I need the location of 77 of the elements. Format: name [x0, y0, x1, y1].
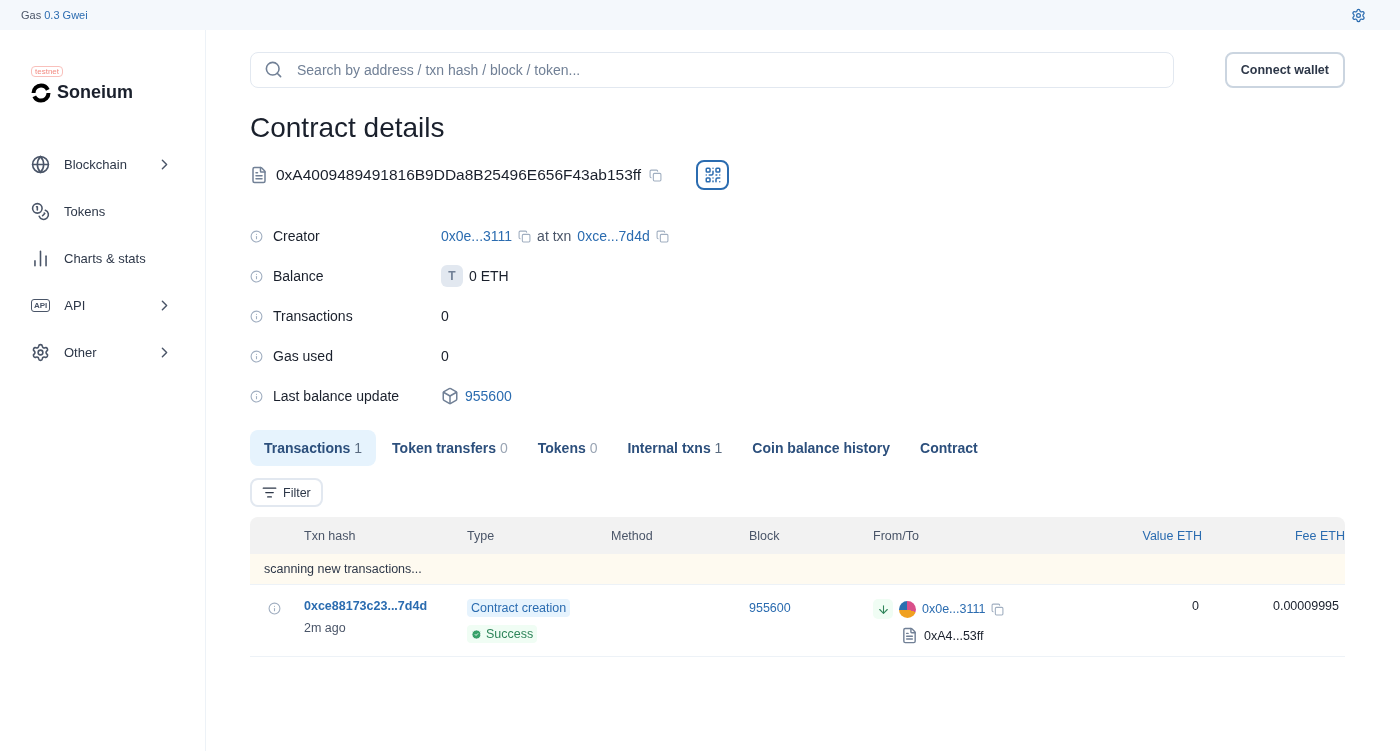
avatar-icon: [899, 600, 916, 618]
gas-price[interactable]: 0.3 Gwei: [44, 9, 88, 21]
detail-value: 0: [441, 308, 449, 324]
column-header: Type: [467, 528, 496, 543]
value-cell: 0: [1192, 599, 1199, 613]
cube-icon: [441, 387, 459, 405]
txn-age: 2m ago: [304, 621, 347, 635]
info-icon: [250, 389, 263, 403]
scanning-notice: scanning new transactions...: [250, 554, 1345, 584]
settings-icon[interactable]: [1351, 7, 1366, 23]
tab[interactable]: Contract: [906, 430, 992, 466]
nav-item[interactable]: Other: [64, 345, 156, 360]
type-tag: Contract creation: [467, 599, 571, 617]
nav-item[interactable]: API: [64, 298, 156, 313]
filter-icon: [262, 485, 277, 500]
detail-label: Transactions: [273, 308, 354, 324]
creator-link[interactable]: 0x0e...3111: [441, 228, 513, 244]
bar-chart-icon: [31, 249, 50, 268]
copy-icon[interactable]: [649, 168, 663, 182]
status-tag: Success: [467, 625, 538, 643]
api-icon: API: [31, 299, 51, 312]
detail-label: Creator: [273, 228, 321, 244]
tab[interactable]: Transactions 1: [250, 430, 377, 466]
document-icon: [901, 627, 918, 644]
gear-icon: [31, 343, 50, 362]
qr-code-icon: [703, 166, 722, 184]
tab[interactable]: Tokens 0: [523, 430, 612, 466]
column-header: Txn hash: [304, 528, 357, 543]
coins-icon: [31, 202, 50, 221]
check-circle-icon: [471, 628, 482, 640]
column-header: Block: [749, 528, 781, 543]
block-link[interactable]: 955600: [465, 388, 512, 404]
txn-link[interactable]: 0xce...7d4d: [577, 228, 650, 244]
fee-cell: 0.00009995: [1272, 599, 1339, 613]
arrow-down-icon: [873, 599, 893, 619]
tab[interactable]: Token transfers 0: [378, 430, 522, 466]
connect-wallet-button[interactable]: Connect wallet: [1224, 52, 1345, 88]
qr-code-button[interactable]: [696, 160, 730, 190]
column-header[interactable]: Fee ETH: [1202, 528, 1345, 543]
nav-item[interactable]: Blockchain: [64, 157, 156, 172]
contract-address: 0xA4009489491816B9DDa8B25496E656F43ab153ff: [276, 166, 642, 184]
tab[interactable]: Coin balance history: [738, 430, 905, 466]
info-icon: [250, 229, 263, 243]
detail-label: Balance: [273, 268, 325, 284]
copy-icon[interactable]: [518, 229, 532, 243]
globe-icon: [31, 155, 50, 174]
column-header: Method: [611, 528, 654, 543]
info-icon: [250, 349, 263, 363]
info-icon: [250, 269, 263, 283]
logo-icon: [31, 82, 51, 103]
gas-label: Gas: [21, 9, 42, 21]
info-icon: [268, 602, 281, 615]
filter-button[interactable]: Filter: [250, 478, 323, 507]
nav-item[interactable]: Charts & stats: [64, 251, 173, 266]
search-icon: [264, 60, 283, 79]
info-icon: [250, 309, 263, 323]
tab[interactable]: Internal txns 1: [613, 430, 737, 466]
detail-label: Last balance update: [273, 388, 401, 404]
token-icon: T: [441, 265, 463, 287]
nav-item[interactable]: Tokens: [64, 204, 173, 219]
page-title: Contract details: [250, 112, 446, 144]
balance-value: 0 ETH: [469, 268, 509, 284]
column-header[interactable]: Value ETH: [1059, 528, 1202, 543]
detail-label: Gas used: [273, 348, 334, 364]
detail-value: 0: [441, 348, 449, 364]
copy-icon[interactable]: [991, 602, 1005, 616]
document-icon: [250, 166, 268, 184]
logo-text[interactable]: Soneium: [57, 82, 133, 103]
search-field[interactable]: Search by address / txn hash / block / token...: [250, 52, 1174, 88]
txn-hash-link[interactable]: 0xce88173c23...7d4d: [304, 599, 467, 613]
at-txn-text: at txn: [537, 228, 572, 244]
to-address[interactable]: 0xA4...53ff: [924, 628, 984, 643]
from-address-link[interactable]: 0x0e...3111: [922, 602, 986, 616]
copy-icon[interactable]: [655, 229, 669, 243]
column-header: From/To: [873, 528, 920, 543]
testnet-badge: testnet: [31, 66, 63, 77]
block-link[interactable]: 955600: [749, 599, 873, 615]
